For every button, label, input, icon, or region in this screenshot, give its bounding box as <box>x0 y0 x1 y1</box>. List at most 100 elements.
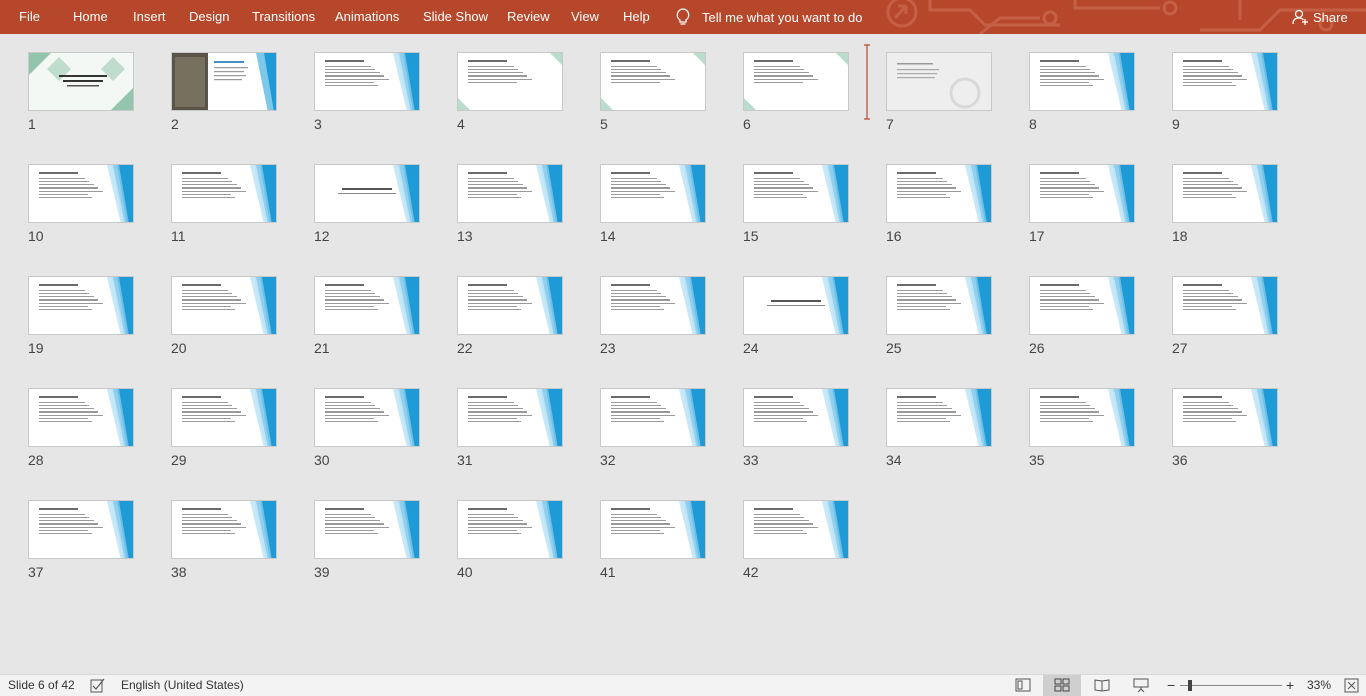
slide-thumbnail[interactable] <box>171 52 277 111</box>
fit-to-window-icon[interactable] <box>1344 678 1359 693</box>
slide-number: 3 <box>314 116 322 132</box>
reading-view-icon[interactable] <box>1094 678 1110 692</box>
slide-thumbnail[interactable] <box>171 164 277 223</box>
slide-thumbnail[interactable] <box>600 52 706 111</box>
slide-thumbnail[interactable] <box>886 388 992 447</box>
slide-thumbnail[interactable] <box>314 164 420 223</box>
slide-thumbnail[interactable] <box>28 500 134 559</box>
slide-number: 10 <box>28 228 44 244</box>
slide-number: 15 <box>743 228 759 244</box>
slide-number: 35 <box>1029 452 1045 468</box>
slide-number: 40 <box>457 564 473 580</box>
slide-thumbnail[interactable] <box>886 164 992 223</box>
slide-number: 18 <box>1172 228 1188 244</box>
slide-thumbnail[interactable] <box>28 388 134 447</box>
slide-thumbnail[interactable] <box>743 52 849 111</box>
tab-transitions[interactable]: Transitions <box>252 0 315 34</box>
slide-thumbnail[interactable] <box>1029 388 1135 447</box>
slide-number: 6 <box>743 116 751 132</box>
slide-thumbnail[interactable] <box>314 276 420 335</box>
slide-thumbnail[interactable] <box>1172 388 1278 447</box>
slide-thumbnail[interactable] <box>457 52 563 111</box>
slide-number: 23 <box>600 340 616 356</box>
slide-thumbnail[interactable] <box>457 276 563 335</box>
slide-thumbnail[interactable] <box>1029 164 1135 223</box>
slide-number: 27 <box>1172 340 1188 356</box>
slide-thumbnail[interactable] <box>314 388 420 447</box>
slide-thumbnail[interactable] <box>1029 276 1135 335</box>
slide-number: 4 <box>457 116 465 132</box>
slide-thumbnail[interactable] <box>314 52 420 111</box>
circuit-decoration-icon <box>886 0 1366 34</box>
slide-thumbnail[interactable] <box>600 164 706 223</box>
slide-number: 32 <box>600 452 616 468</box>
slide-thumbnail[interactable] <box>600 276 706 335</box>
slide-number: 38 <box>171 564 187 580</box>
zoom-out-button[interactable]: − <box>1167 675 1175 696</box>
slide-thumbnail[interactable] <box>171 500 277 559</box>
slide-thumbnail[interactable] <box>600 500 706 559</box>
tab-design[interactable]: Design <box>189 0 229 34</box>
slide-thumbnail[interactable] <box>886 52 992 111</box>
share-label: Share <box>1313 9 1348 25</box>
slide-show-view-icon[interactable] <box>1133 678 1149 693</box>
insertion-marker <box>864 44 870 120</box>
slide-thumbnail[interactable] <box>1172 164 1278 223</box>
slide-thumbnail[interactable] <box>743 500 849 559</box>
slide-number: 1 <box>28 116 36 132</box>
slide-number: 16 <box>886 228 902 244</box>
tab-insert[interactable]: Insert <box>133 0 166 34</box>
status-bar: Slide 6 of 42 English (United States) − … <box>0 674 1366 696</box>
slide-thumbnail[interactable] <box>457 388 563 447</box>
user-share-icon <box>1292 9 1308 25</box>
slide-thumbnail[interactable] <box>886 276 992 335</box>
slide-number: 39 <box>314 564 330 580</box>
slide-thumbnail[interactable] <box>171 388 277 447</box>
slide-thumbnail[interactable] <box>457 500 563 559</box>
tab-review[interactable]: Review <box>507 0 550 34</box>
slide-thumbnail[interactable] <box>1172 52 1278 111</box>
zoom-slider-track[interactable] <box>1180 685 1282 686</box>
slide-thumbnail[interactable] <box>743 276 849 335</box>
slide-number: 31 <box>457 452 473 468</box>
tab-animations[interactable]: Animations <box>335 0 399 34</box>
tell-me-search[interactable]: Tell me what you want to do <box>676 0 862 34</box>
slide-number: 8 <box>1029 116 1037 132</box>
slide-sorter-icon <box>1054 678 1070 692</box>
slide-thumbnail[interactable] <box>28 164 134 223</box>
slide-number: 41 <box>600 564 616 580</box>
slide-number: 37 <box>28 564 44 580</box>
slide-number: 2 <box>171 116 179 132</box>
slide-number: 22 <box>457 340 473 356</box>
zoom-in-button[interactable]: + <box>1286 675 1294 696</box>
share-button[interactable]: Share <box>1292 0 1348 34</box>
slide-number: 19 <box>28 340 44 356</box>
slide-thumbnail[interactable] <box>1172 276 1278 335</box>
slide-counter[interactable]: Slide 6 of 42 <box>8 675 75 696</box>
slide-thumbnail[interactable] <box>457 164 563 223</box>
slide-thumbnail[interactable] <box>743 164 849 223</box>
slide-thumbnail[interactable] <box>28 276 134 335</box>
zoom-level[interactable]: 33% <box>1307 675 1331 696</box>
notes-check-icon[interactable] <box>90 678 106 693</box>
tab-home[interactable]: Home <box>73 0 108 34</box>
slide-thumbnail[interactable] <box>171 276 277 335</box>
slide-number: 26 <box>1029 340 1045 356</box>
slide-number: 24 <box>743 340 759 356</box>
slide-sorter-view-button[interactable] <box>1043 675 1081 696</box>
slide-thumbnail[interactable] <box>1029 52 1135 111</box>
tab-file[interactable]: File <box>19 0 40 34</box>
tab-view[interactable]: View <box>571 0 599 34</box>
tab-help[interactable]: Help <box>623 0 650 34</box>
language-indicator[interactable]: English (United States) <box>121 675 244 696</box>
slide-thumbnail[interactable] <box>600 388 706 447</box>
slide-number: 13 <box>457 228 473 244</box>
slide-thumbnail[interactable] <box>314 500 420 559</box>
slide-number: 21 <box>314 340 330 356</box>
slide-thumbnail[interactable] <box>743 388 849 447</box>
normal-view-icon[interactable] <box>1015 678 1031 692</box>
slide-thumbnail[interactable] <box>28 52 134 111</box>
zoom-slider-thumb[interactable] <box>1188 680 1192 691</box>
tab-slide-show[interactable]: Slide Show <box>423 0 488 34</box>
ribbon-tab-bar: File Home Insert Design Transitions Anim… <box>0 0 1366 34</box>
